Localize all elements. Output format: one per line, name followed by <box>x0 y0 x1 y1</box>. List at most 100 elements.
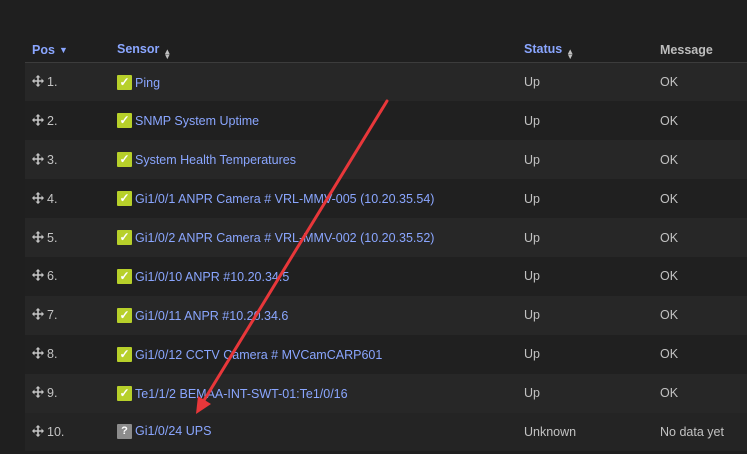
table-row[interactable]: 7. ✓ Gi1/0/11 ANPR #10.20.34.6 Up OK <box>25 295 747 335</box>
pos-number: 2. <box>47 113 58 128</box>
sort-icon: ▲ ▼ <box>566 46 575 61</box>
message-cell: OK <box>660 347 679 362</box>
move-icon[interactable] <box>32 191 44 204</box>
column-header-sensor[interactable]: Sensor ▲ ▼ <box>110 38 517 63</box>
sensor-cell: ? Gi1/0/24 UPS <box>110 413 517 452</box>
column-header-message-label: Message <box>660 43 713 57</box>
pos-cell: 3. <box>25 140 110 179</box>
pos-number: 10. <box>47 424 65 439</box>
status-cell: Up <box>524 308 540 323</box>
status-cell: Up <box>524 386 540 401</box>
sensor-cell: ✓ SNMP System Uptime <box>110 101 517 140</box>
move-icon[interactable] <box>32 113 44 126</box>
move-icon[interactable] <box>32 75 44 88</box>
table-row[interactable]: 5. ✓ Gi1/0/2 ANPR Camera # VRL-MMV-002 (10… <box>25 218 747 257</box>
sort-desc-icon: ▼ <box>58 45 68 55</box>
pos-number: 7. <box>47 308 58 323</box>
pos-number: 4. <box>47 191 58 206</box>
sensor-link[interactable]: Gi1/0/2 ANPR Camera # VRL-MMV-002 (10.20… <box>135 231 434 245</box>
column-header-message: Message <box>653 38 747 63</box>
pos-number: 5. <box>47 230 58 245</box>
pos-cell: 4. <box>25 179 110 218</box>
pos-number: 6. <box>47 269 58 284</box>
status-cell: Up <box>524 75 540 90</box>
move-icon[interactable] <box>32 347 44 360</box>
status-cell: Up <box>524 191 540 206</box>
check-icon: ✓ <box>117 113 132 129</box>
message-cell: OK <box>660 75 679 90</box>
sensor-cell: ✓ Gi1/0/2 ANPR Camera # VRL-MMV-002 (10.2… <box>110 218 517 257</box>
table-row[interactable]: 8. ✓ Gi1/0/12 CCTV Camera # MVCamCARP601 Up… <box>25 334 747 374</box>
pos-cell: 9. <box>25 374 110 413</box>
sensor-link[interactable]: Gi1/0/1 ANPR Camera # VRL-MMV-005 (10.20… <box>135 192 434 206</box>
pos-number: 9. <box>47 386 58 401</box>
message-cell: OK <box>660 113 679 128</box>
move-icon[interactable] <box>32 424 44 437</box>
question-icon: ? <box>117 424 132 440</box>
status-cell: Up <box>524 113 540 128</box>
check-icon: ✓ <box>117 152 132 168</box>
table-row[interactable]: 2. ✓ SNMP System Uptime Up OK <box>25 101 747 141</box>
message-cell: OK <box>660 386 679 401</box>
pos-number: 1. <box>47 75 58 90</box>
column-header-status-label: Status <box>524 41 563 56</box>
table-row[interactable]: 9. ✓ Te1/1/2 BEMAA-INT-SWT-01:Te1/0/16 Up OK <box>25 373 747 413</box>
sensor-link[interactable]: Ping <box>135 76 160 90</box>
status-cell: Up <box>524 152 540 167</box>
message-cell: OK <box>660 230 679 245</box>
table-row[interactable]: 4. ✓ Gi1/0/1 ANPR Camera # VRL-MMV-005 (10… <box>25 179 747 219</box>
status-cell: Up <box>524 347 540 362</box>
move-icon[interactable] <box>32 230 44 243</box>
table-row[interactable]: 1. ✓ Ping Up OK <box>25 62 747 102</box>
column-header-status[interactable]: Status ▲ ▼ <box>517 38 653 63</box>
pos-number: 8. <box>47 347 58 362</box>
table-row[interactable]: 6. ✓ Gi1/0/10 ANPR #10.20.34.5 Up OK <box>25 256 747 296</box>
sensor-link[interactable]: Te1/1/2 BEMAA-INT-SWT-01:Te1/0/16 <box>135 387 348 401</box>
pos-cell: 1. <box>25 63 110 102</box>
sensor-cell: ✓ Te1/1/2 BEMAA-INT-SWT-01:Te1/0/16 <box>110 374 517 413</box>
sensor-cell: ✓ System Health Temperatures <box>110 140 517 179</box>
check-icon: ✓ <box>117 268 132 284</box>
sensor-link[interactable]: Gi1/0/12 CCTV Camera # MVCamCARP601 <box>135 348 382 362</box>
move-icon[interactable] <box>32 386 44 399</box>
sort-icon: ▲ ▼ <box>163 46 172 61</box>
sensor-link[interactable]: Gi1/0/24 UPS <box>135 424 211 438</box>
status-cell: Up <box>524 230 540 245</box>
check-icon: ✓ <box>117 230 132 245</box>
sensor-table: Pos ▼ Sensor ▲ ▼ Status ▲ ▼ Message 1. ✓ Ping Up… <box>25 38 747 452</box>
pos-cell: 5. <box>25 218 110 257</box>
pos-cell: 6. <box>25 257 110 296</box>
pos-cell: 10. <box>25 413 110 452</box>
check-icon: ✓ <box>117 385 132 401</box>
message-cell: OK <box>660 308 679 323</box>
sensor-cell: ✓ Gi1/0/11 ANPR #10.20.34.6 <box>110 296 517 335</box>
table-row[interactable]: 3. ✓ System Health Temperatures Up OK <box>25 140 747 180</box>
move-icon[interactable] <box>32 152 44 165</box>
message-cell: OK <box>660 269 679 284</box>
status-cell: Up <box>524 269 540 284</box>
sensor-link[interactable]: SNMP System Uptime <box>135 114 259 128</box>
table-header-row: Pos ▼ Sensor ▲ ▼ Status ▲ ▼ Message <box>25 38 747 63</box>
message-cell: No data yet <box>660 424 724 439</box>
column-header-pos-label: Pos <box>32 43 55 57</box>
sensor-cell: ✓ Gi1/0/12 CCTV Camera # MVCamCARP601 <box>110 335 517 374</box>
column-header-sensor-label: Sensor <box>117 41 160 56</box>
check-icon: ✓ <box>117 307 132 323</box>
sensor-link[interactable]: Gi1/0/10 ANPR #10.20.34.5 <box>135 270 289 284</box>
pos-cell: 2. <box>25 101 110 140</box>
sensor-link[interactable]: System Health Temperatures <box>135 153 296 167</box>
sensor-link[interactable]: Gi1/0/11 ANPR #10.20.34.6 <box>135 309 288 323</box>
move-icon[interactable] <box>32 308 44 321</box>
table-row[interactable]: 10.? Gi1/0/24 UPS Unknown No data yet <box>25 412 747 452</box>
move-icon[interactable] <box>32 269 44 282</box>
pos-cell: 7. <box>25 296 110 335</box>
top-bar <box>0 0 747 28</box>
message-cell: OK <box>660 152 679 167</box>
message-cell: OK <box>660 191 679 206</box>
status-cell: Unknown <box>524 424 577 439</box>
column-header-pos[interactable]: Pos ▼ <box>25 38 110 63</box>
pos-number: 3. <box>47 152 58 167</box>
check-icon: ✓ <box>117 346 132 362</box>
sensor-cell: ✓ Gi1/0/10 ANPR #10.20.34.5 <box>110 257 517 296</box>
check-icon: ✓ <box>117 191 132 207</box>
